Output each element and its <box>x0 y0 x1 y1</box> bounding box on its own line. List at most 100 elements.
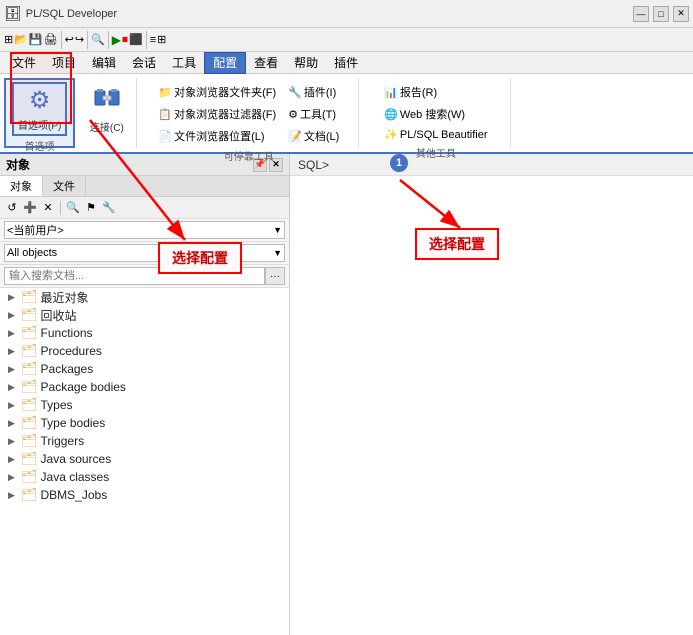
object-panel: 对象 📌 ✕ 对象 文件 ↺ ➕ ✕ 🔍 ⚑ 🔧 <box>0 154 290 635</box>
find-btn[interactable]: 🔍 <box>91 33 105 46</box>
undo-btn[interactable]: ↩ <box>65 33 74 46</box>
title-bar: 🗄 PL/SQL Developer — □ ✕ <box>0 0 693 28</box>
menu-help[interactable]: 帮助 <box>286 52 326 74</box>
divider2 <box>87 31 88 49</box>
svg-text:✓: ✓ <box>105 96 108 101</box>
win-close[interactable]: ✕ <box>673 6 689 22</box>
functions-folder-icon: 🗂 <box>21 325 38 341</box>
tree-item-recent[interactable]: ▶ 🗂 最近对象 <box>0 288 289 306</box>
obj-browser-filter-btn[interactable]: 📋 对象浏览器过滤器(F) <box>154 104 280 124</box>
user-dropdown-label: <当前用户> <box>7 222 64 238</box>
menu-config[interactable]: 配置 <box>204 52 246 74</box>
menu-session[interactable]: 会话 <box>124 52 164 74</box>
tree-item-package-bodies[interactable]: ▶ 🗂 Package bodies <box>0 378 289 396</box>
stop-btn[interactable]: ⏹ <box>122 32 128 47</box>
user-dropdown[interactable]: <当前用户> ▼ <box>4 221 285 239</box>
expand-dbms-jobs: ▶ <box>8 490 18 501</box>
java-classes-folder-icon: 🗂 <box>21 469 38 485</box>
tree-area: ▶ 🗂 最近对象 ▶ 🗂 回收站 ▶ 🗂 Functions ▶ 🗂 <box>0 288 289 635</box>
more-btn[interactable]: ⊞ <box>157 33 166 46</box>
menu-view[interactable]: 查看 <box>246 52 286 74</box>
config-btn[interactable]: 🔧 <box>101 200 117 216</box>
circle-number: 1 <box>390 154 408 172</box>
win-minimize[interactable]: — <box>633 6 649 22</box>
connect-icon: ✓ <box>93 83 121 117</box>
tools-label: 工具(T) <box>300 106 336 122</box>
tab-file[interactable]: 文件 <box>43 176 86 196</box>
docs-label: 文档(L) <box>304 128 339 144</box>
expand-java-classes: ▶ <box>8 472 18 483</box>
report-btn[interactable]: 📊 报告(R) <box>380 82 491 102</box>
menu-edit[interactable]: 编辑 <box>84 52 124 74</box>
delete-btn[interactable]: ✕ <box>40 200 56 216</box>
expand-package-bodies: ▶ <box>8 382 18 393</box>
toolbar-sep <box>60 201 61 215</box>
connect-btn[interactable]: ✓ 连接(C) <box>85 80 129 137</box>
tree-item-packages[interactable]: ▶ 🗂 Packages <box>0 360 289 378</box>
tree-item-types[interactable]: ▶ 🗂 Types <box>0 396 289 414</box>
java-sources-folder-icon: 🗂 <box>21 451 38 467</box>
search-go-btn[interactable]: ··· <box>265 267 285 285</box>
menu-btn[interactable]: ≡ <box>150 34 156 46</box>
tree-item-java-classes[interactable]: ▶ 🗂 Java classes <box>0 468 289 486</box>
bookmark-btn[interactable]: ⚑ <box>83 200 99 216</box>
file-browser-btn[interactable]: 📄 文件浏览器位置(L) <box>154 126 280 146</box>
ribbon-col-right: 🔧 插件(I) ⚙ 工具(T) 📝 文档(L) <box>284 82 343 146</box>
dbms-jobs-folder-icon: 🗂 <box>21 487 38 503</box>
recent-folder-icon: 🗂 <box>21 289 38 305</box>
open-btn[interactable]: 📂 <box>14 33 28 46</box>
user-dropdown-arrow: ▼ <box>273 225 282 235</box>
objects-dropdown-arrow: ▼ <box>273 248 282 258</box>
win-maximize[interactable]: □ <box>653 6 669 22</box>
plsql-label: PL/SQL Beautifier <box>400 129 488 141</box>
redo-btn[interactable]: ↪ <box>75 33 84 46</box>
recycle-folder-icon: 🗂 <box>21 307 38 323</box>
step-btn[interactable]: ⬛ <box>129 33 143 46</box>
tree-item-recycle[interactable]: ▶ 🗂 回收站 <box>0 306 289 324</box>
menu-tools[interactable]: 工具 <box>164 52 204 74</box>
websearch-icon: 🌐 <box>384 108 398 121</box>
expand-types: ▶ <box>8 400 18 411</box>
divider3 <box>108 31 109 49</box>
tree-item-procedures[interactable]: ▶ 🗂 Procedures <box>0 342 289 360</box>
search-btn[interactable]: 🔍 <box>65 200 81 216</box>
obj-browser-filter-label: 对象浏览器过滤器(F) <box>174 106 276 122</box>
ribbon-group-other: 📊 报告(R) 🌐 Web 搜索(W) ✨ PL/SQL Beautifier … <box>361 78 511 148</box>
plugins-btn[interactable]: 🔧 插件(I) <box>284 82 343 102</box>
run-btn[interactable]: ▶ <box>112 33 121 47</box>
print-btn[interactable]: 🖨 <box>44 33 58 46</box>
connect-label: 连接(C) <box>90 119 124 134</box>
save-btn[interactable]: 💾 <box>29 33 43 46</box>
tree-label-packages: Packages <box>41 362 94 376</box>
filter-icon: 📋 <box>158 108 172 121</box>
docs-btn[interactable]: 📝 文档(L) <box>284 126 343 146</box>
expand-functions: ▶ <box>8 328 18 339</box>
expand-java-sources: ▶ <box>8 454 18 465</box>
tab-object[interactable]: 对象 <box>0 176 43 196</box>
objects-dropdown[interactable]: All objects ▼ <box>4 244 285 262</box>
websearch-btn[interactable]: 🌐 Web 搜索(W) <box>380 104 491 124</box>
app-title: PL/SQL Developer <box>26 8 629 20</box>
sql-label: SQL> <box>294 158 333 172</box>
annotation-label-1: 选择配置 <box>158 242 242 274</box>
ribbon-group-label-other: 其他工具 <box>416 143 456 160</box>
quick-toolbar: ⊞ 📂 💾 🖨 ↩ ↪ 🔍 ▶ ⏹ ⬛ ≡ ⊞ <box>0 28 693 52</box>
tree-item-type-bodies[interactable]: ▶ 🗂 Type bodies <box>0 414 289 432</box>
menu-plugin[interactable]: 插件 <box>326 52 366 74</box>
annotation-label-2: 选择配置 <box>415 228 499 260</box>
tools-btn[interactable]: ⚙ 工具(T) <box>284 104 343 124</box>
plsql-btn[interactable]: ✨ PL/SQL Beautifier <box>380 126 491 143</box>
tree-label-java-classes: Java classes <box>41 470 110 484</box>
main-area: 对象 📌 ✕ 对象 文件 ↺ ➕ ✕ 🔍 ⚑ 🔧 <box>0 154 693 635</box>
tree-item-dbms-jobs[interactable]: ▶ 🗂 DBMS_Jobs <box>0 486 289 504</box>
refresh-btn[interactable]: ↺ <box>4 200 20 216</box>
tree-item-java-sources[interactable]: ▶ 🗂 Java sources <box>0 450 289 468</box>
expand-recycle: ▶ <box>8 310 18 321</box>
obj-browser-folder-btn[interactable]: 📁 对象浏览器文件夹(F) <box>154 82 280 102</box>
tree-item-triggers[interactable]: ▶ 🗂 Triggers <box>0 432 289 450</box>
add-btn[interactable]: ➕ <box>22 200 38 216</box>
new-btn[interactable]: ⊞ <box>4 33 13 46</box>
panel-toolbar: ↺ ➕ ✕ 🔍 ⚑ 🔧 <box>0 197 289 219</box>
tree-label-functions: Functions <box>41 326 93 340</box>
tree-item-functions[interactable]: ▶ 🗂 Functions <box>0 324 289 342</box>
